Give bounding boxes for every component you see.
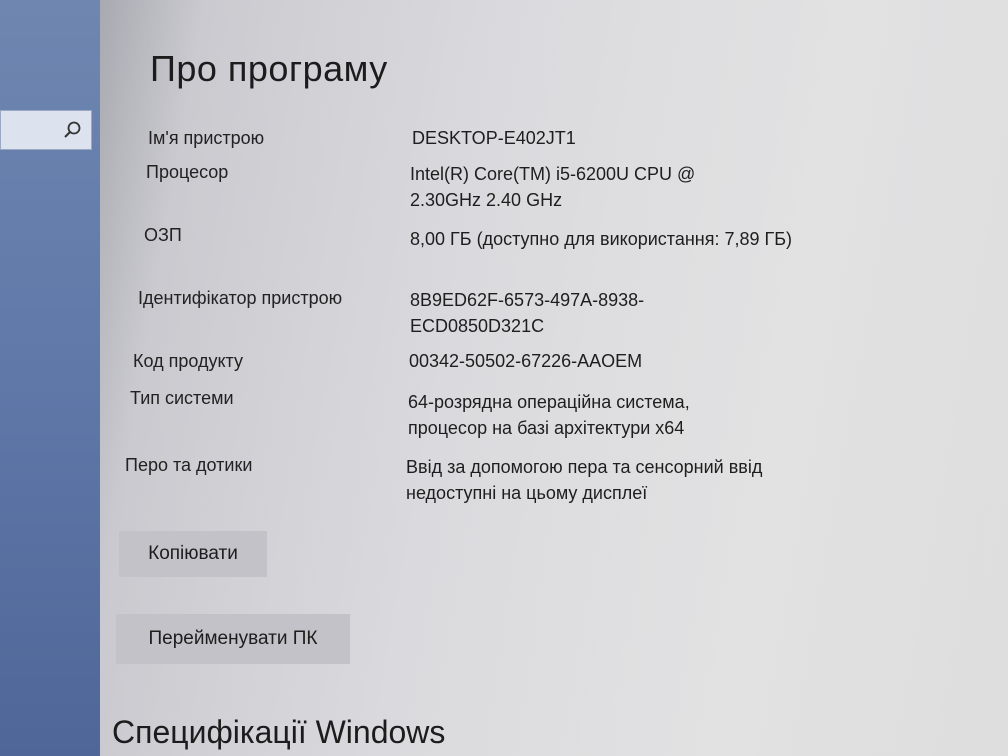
search-icon[interactable] — [63, 120, 83, 140]
device-id-label: Ідентифікатор пристрою — [138, 288, 343, 308]
ram-label: ОЗП — [144, 225, 182, 245]
pen-touch-label: Перо та дотики — [125, 455, 253, 475]
device-id-value: 8B9ED62F-6573-497A-8938-ECD0850D321C — [410, 290, 645, 336]
processor-label: Процесор — [146, 162, 229, 182]
device-name-label: Ім'я пристрою — [148, 128, 265, 148]
search-input[interactable] — [0, 110, 92, 150]
system-type-value: 64-розрядна операційна система, процесор… — [408, 392, 690, 438]
ram-value: 8,00 ГБ (доступно для використання: 7,89… — [410, 229, 793, 249]
copy-button[interactable]: Копіювати — [119, 531, 267, 577]
sidebar — [0, 0, 100, 756]
device-name-value: DESKTOP-E402JT1 — [412, 128, 576, 148]
system-type-label: Тип системи — [130, 388, 234, 408]
processor-value: Intel(R) Core(TM) i5-6200U CPU @ 2.30GHz… — [410, 164, 696, 210]
rename-pc-button[interactable]: Перейменувати ПК — [116, 614, 350, 664]
windows-specs-heading: Специфікації Windows — [112, 714, 446, 750]
page-title: Про програму — [150, 48, 388, 89]
product-id-label: Код продукту — [133, 351, 244, 371]
pen-touch-value: Ввід за допомогою пера та сенсорний ввід… — [406, 457, 763, 503]
product-id-value: 00342-50502-67226-AAOEM — [409, 351, 643, 371]
